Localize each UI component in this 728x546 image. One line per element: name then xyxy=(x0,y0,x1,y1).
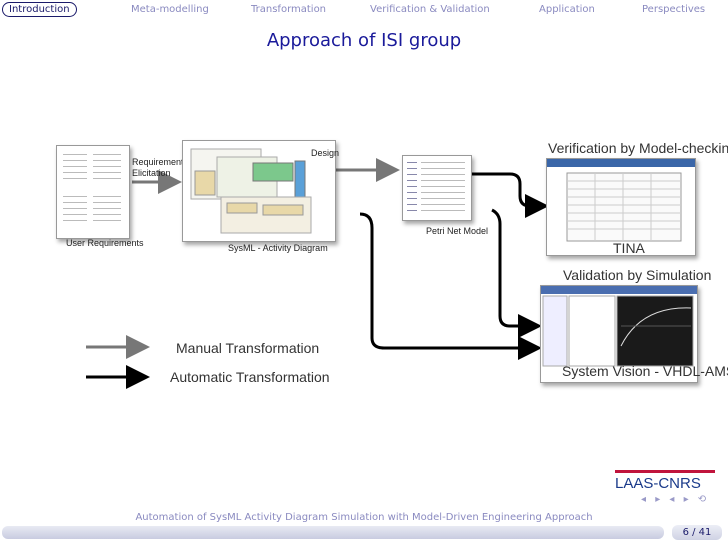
legend-auto-label: Automatic Transformation xyxy=(170,369,330,385)
page-number: 6 / 41 xyxy=(672,525,722,540)
tina-label: TINA xyxy=(613,240,645,256)
systemvision-label: System Vision - VHDL-AMS xyxy=(562,363,728,379)
elicitation-label: Elicitation xyxy=(132,168,171,178)
user-requirements-panel xyxy=(56,145,130,239)
requirements-label: Requirements xyxy=(132,157,189,167)
petri-net-label: Petri Net Model xyxy=(426,226,489,236)
svg-text:LAAS-CNRS: LAAS-CNRS xyxy=(615,475,701,492)
laas-cnrs-logo: LAAS-CNRS xyxy=(615,470,715,492)
legend-manual-label: Manual Transformation xyxy=(176,340,320,356)
footer-progress-bar xyxy=(2,526,664,539)
arrow-petri-to-simulation xyxy=(491,208,542,338)
petri-net-panel xyxy=(402,155,472,221)
user-requirements-label: User Requirements xyxy=(66,238,144,248)
sysml-label: SysML - Activity Diagram xyxy=(228,243,328,253)
validation-title: Validation by Simulation xyxy=(563,267,712,283)
footer-title: Automation of SysML Activity Diagram Sim… xyxy=(135,512,593,523)
beamer-navigation-icons[interactable]: ◂ ▸ ◂ ▸ ⟲ xyxy=(641,494,709,505)
verification-title: Verification by Model-checking xyxy=(548,140,728,156)
design-label: Design xyxy=(311,148,340,158)
arrow-to-tina xyxy=(470,172,549,218)
